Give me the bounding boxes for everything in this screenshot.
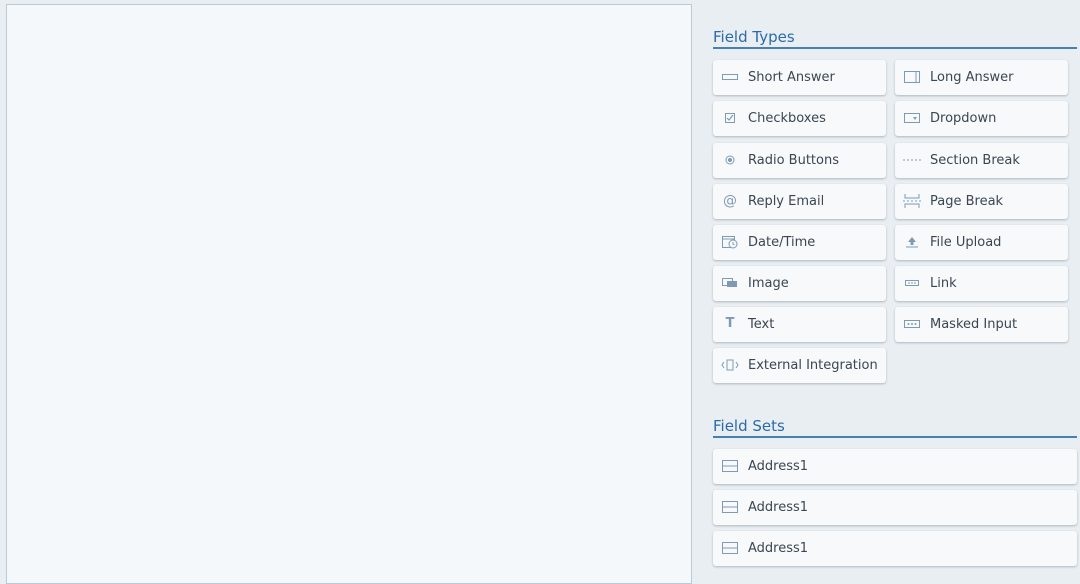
dropdown-icon [903, 111, 921, 125]
field-type-checkboxes[interactable]: Checkboxes [713, 101, 886, 136]
field-type-short-answer[interactable]: Short Answer [713, 60, 886, 95]
short-answer-icon [721, 70, 739, 84]
field-type-label: Long Answer [930, 70, 1014, 85]
field-type-label: Reply Email [748, 194, 825, 209]
masked-input-icon [903, 317, 921, 331]
field-type-label: File Upload [930, 235, 1002, 250]
field-type-label: Section Break [930, 153, 1020, 168]
field-set-item[interactable]: Address1 [713, 449, 1077, 484]
page-break-icon [903, 194, 921, 208]
field-set-label: Address1 [748, 541, 809, 556]
radio-button-icon [721, 153, 739, 167]
field-type-page-break[interactable]: Page Break [895, 184, 1068, 219]
address-set-icon [721, 459, 739, 473]
field-type-reply-email[interactable]: @ Reply Email [713, 184, 886, 219]
field-type-text[interactable]: T Text [713, 307, 886, 342]
calendar-clock-icon [721, 235, 739, 249]
field-type-label: External Integration [748, 358, 878, 373]
upload-icon [903, 235, 921, 249]
checkbox-icon [721, 111, 739, 125]
field-type-label: Page Break [930, 194, 1004, 209]
field-type-label: Text [748, 317, 775, 332]
field-type-label: Radio Buttons [748, 153, 839, 168]
field-types-heading: Field Types [713, 28, 1077, 49]
text-icon: T [725, 316, 735, 331]
field-type-label: Short Answer [748, 70, 835, 85]
field-type-label: Checkboxes [748, 111, 826, 126]
field-type-long-answer[interactable]: Long Answer [895, 60, 1068, 95]
field-set-item[interactable]: Address1 [713, 531, 1077, 566]
field-type-date-time[interactable]: Date/Time [713, 225, 886, 260]
field-set-label: Address1 [748, 459, 809, 474]
field-type-radio-buttons[interactable]: Radio Buttons [713, 143, 886, 178]
form-canvas[interactable] [6, 4, 692, 584]
field-type-external-integration[interactable]: External Integration [713, 348, 886, 383]
field-type-masked-input[interactable]: Masked Input [895, 307, 1068, 342]
field-type-file-upload[interactable]: File Upload [895, 225, 1068, 260]
field-type-label: Image [748, 276, 789, 291]
at-sign-icon: @ [723, 193, 737, 209]
long-answer-icon [903, 70, 921, 84]
field-type-dropdown[interactable]: Dropdown [895, 101, 1068, 136]
field-set-item[interactable]: Address1 [713, 490, 1077, 525]
field-type-section-break[interactable]: Section Break [895, 143, 1068, 178]
field-set-label: Address1 [748, 500, 809, 515]
external-integration-icon [721, 358, 739, 372]
field-palette-panel: Field Types Short Answer Long Answer Che… [713, 0, 1077, 570]
field-sets-heading: Field Sets [713, 417, 1077, 438]
address-set-icon [721, 500, 739, 514]
address-set-icon [721, 541, 739, 555]
field-type-image[interactable]: Image [713, 266, 886, 301]
image-icon [721, 276, 739, 290]
field-type-label: Dropdown [930, 111, 997, 126]
field-type-link[interactable]: Link [895, 266, 1068, 301]
field-type-label: Masked Input [930, 317, 1018, 332]
field-type-label: Link [930, 276, 957, 291]
field-type-label: Date/Time [748, 235, 816, 250]
link-icon [903, 276, 921, 290]
section-break-icon [903, 153, 921, 167]
